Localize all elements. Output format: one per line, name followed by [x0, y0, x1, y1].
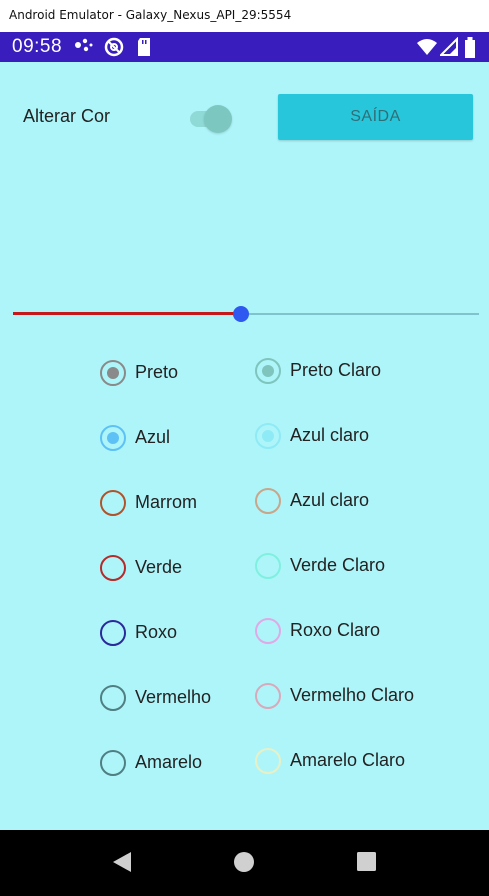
radio-label: Marrom: [135, 492, 197, 512]
radio-label: Verde Claro: [290, 555, 386, 575]
radio-button[interactable]: [100, 685, 126, 711]
radio-label: Roxo Claro: [290, 620, 381, 640]
status-time: 09:58: [12, 36, 63, 57]
radio-button[interactable]: [100, 360, 126, 386]
radio-label: Preto Claro: [290, 360, 382, 380]
wifi-icon: [416, 37, 438, 62]
radio-button[interactable]: [255, 683, 281, 709]
radio-dot: [262, 430, 274, 442]
radio-label: Verde: [135, 557, 183, 577]
radio-label: Azul: [135, 427, 171, 447]
switch-thumb[interactable]: [204, 105, 232, 133]
radio-label: Amarelo: [135, 752, 203, 772]
radio-dot: [107, 432, 119, 444]
radio-button[interactable]: [255, 618, 281, 644]
radio-button[interactable]: [100, 490, 126, 516]
radio-button[interactable]: [255, 748, 281, 774]
window-title: Android Emulator - Galaxy_Nexus_API_29:5…: [9, 8, 292, 22]
radio-button[interactable]: [100, 555, 126, 581]
radio-button[interactable]: [255, 423, 281, 449]
radio-button[interactable]: [100, 425, 126, 451]
back-icon[interactable]: [111, 850, 133, 879]
app-content: Alterar Cor SAÍDA Preto Azul Marrom Verde Ro…: [0, 62, 489, 830]
alterar-cor-switch[interactable]: [188, 102, 236, 134]
radio-label: Vermelho: [135, 687, 212, 707]
battery-icon: [464, 37, 476, 64]
dots-icon: [74, 37, 94, 60]
radio-button[interactable]: [255, 488, 281, 514]
radio-dot: [107, 367, 119, 379]
radio-label: Azul claro: [290, 490, 370, 510]
switch-label: Alterar Cor: [23, 106, 111, 126]
color-slider[interactable]: [13, 304, 479, 324]
radio-label: Azul claro: [290, 425, 370, 445]
signal-icon: [438, 36, 458, 62]
radio-label: Vermelho Claro: [290, 685, 415, 705]
radio-button[interactable]: [100, 620, 126, 646]
radio-button[interactable]: [255, 553, 281, 579]
home-icon[interactable]: [233, 850, 255, 879]
slider-thumb[interactable]: [233, 306, 249, 322]
radio-label: Roxo: [135, 622, 178, 642]
radio-button[interactable]: [100, 750, 126, 776]
navigation-bar: [0, 830, 489, 896]
sync-icon: [104, 37, 124, 62]
emulator-title-bar: Android Emulator - Galaxy_Nexus_API_29:5…: [0, 0, 489, 33]
radio-button[interactable]: [255, 358, 281, 384]
exit-button[interactable]: SAÍDA: [278, 94, 473, 140]
recents-icon[interactable]: [356, 850, 378, 879]
radio-label: Amarelo Claro: [290, 750, 406, 770]
sd-card-icon: [136, 37, 152, 62]
slider-active-track: [13, 312, 241, 315]
radio-dot: [262, 365, 274, 377]
status-bar: 09:58: [0, 32, 489, 62]
radio-label: Preto: [135, 362, 179, 382]
